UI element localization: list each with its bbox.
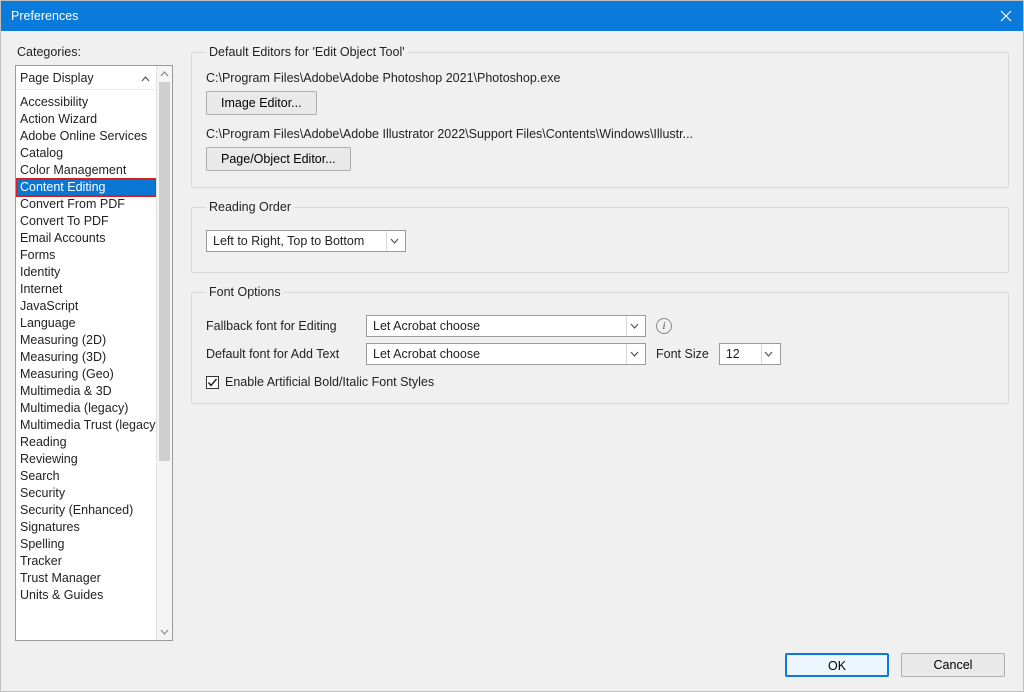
- category-item[interactable]: Security (Enhanced): [16, 502, 156, 519]
- default-font-select[interactable]: Let Acrobat choose: [366, 343, 646, 365]
- category-item[interactable]: Multimedia & 3D: [16, 383, 156, 400]
- category-item[interactable]: Reading: [16, 434, 156, 451]
- category-item[interactable]: Action Wizard: [16, 111, 156, 128]
- category-item[interactable]: Reviewing: [16, 451, 156, 468]
- enable-artificial-styles-row[interactable]: Enable Artificial Bold/Italic Font Style…: [206, 375, 994, 389]
- category-item[interactable]: Accessibility: [16, 94, 156, 111]
- category-item[interactable]: Units & Guides: [16, 587, 156, 604]
- chevron-down-icon: [626, 316, 641, 336]
- category-item[interactable]: Forms: [16, 247, 156, 264]
- font-options-title: Font Options: [206, 285, 284, 299]
- dialog-footer: OK Cancel: [1, 645, 1023, 691]
- categories-top-label: Page Display: [20, 71, 94, 85]
- chevron-down-icon: [626, 344, 641, 364]
- category-item[interactable]: Trust Manager: [16, 570, 156, 587]
- ok-button[interactable]: OK: [785, 653, 889, 677]
- reading-order-value: Left to Right, Top to Bottom: [213, 234, 364, 248]
- preferences-window: Preferences Categories: Page Display: [0, 0, 1024, 692]
- chevron-up-icon: [141, 71, 150, 85]
- categories-items: Page Display AccessibilityAction WizardA…: [16, 66, 156, 640]
- categories-listbox[interactable]: Page Display AccessibilityAction WizardA…: [15, 65, 173, 641]
- category-item[interactable]: Signatures: [16, 519, 156, 536]
- category-item[interactable]: Internet: [16, 281, 156, 298]
- font-size-value: 12: [726, 347, 740, 361]
- reading-order-group: Reading Order Left to Right, Top to Bott…: [191, 200, 1009, 273]
- category-item[interactable]: Search: [16, 468, 156, 485]
- category-item[interactable]: Convert To PDF: [16, 213, 156, 230]
- category-item[interactable]: Identity: [16, 264, 156, 281]
- category-item[interactable]: Content Editing: [16, 179, 156, 196]
- scroll-thumb[interactable]: [159, 82, 170, 461]
- reading-order-title: Reading Order: [206, 200, 294, 214]
- fallback-font-label: Fallback font for Editing: [206, 319, 356, 333]
- category-item[interactable]: Catalog: [16, 145, 156, 162]
- category-item[interactable]: Color Management: [16, 162, 156, 179]
- category-item[interactable]: JavaScript: [16, 298, 156, 315]
- categories-top-item[interactable]: Page Display: [16, 66, 156, 90]
- image-editor-path: C:\Program Files\Adobe\Adobe Photoshop 2…: [206, 71, 994, 85]
- category-item[interactable]: Measuring (2D): [16, 332, 156, 349]
- category-item[interactable]: Spelling: [16, 536, 156, 553]
- default-font-value: Let Acrobat choose: [373, 347, 480, 361]
- category-item[interactable]: Adobe Online Services: [16, 128, 156, 145]
- page-editor-button[interactable]: Page/Object Editor...: [206, 147, 351, 171]
- category-item[interactable]: Measuring (3D): [16, 349, 156, 366]
- font-size-select[interactable]: 12: [719, 343, 781, 365]
- scroll-track[interactable]: [157, 82, 172, 624]
- check-icon: [207, 377, 218, 388]
- info-icon[interactable]: i: [656, 318, 672, 334]
- default-font-label: Default font for Add Text: [206, 347, 356, 361]
- close-button[interactable]: [999, 9, 1013, 23]
- fallback-font-select[interactable]: Let Acrobat choose: [366, 315, 646, 337]
- page-editor-path: C:\Program Files\Adobe\Adobe Illustrator…: [206, 127, 994, 141]
- cancel-button[interactable]: Cancel: [901, 653, 1005, 677]
- title-bar: Preferences: [1, 1, 1023, 31]
- category-item[interactable]: Security: [16, 485, 156, 502]
- fallback-font-value: Let Acrobat choose: [373, 319, 480, 333]
- chevron-down-icon: [386, 231, 401, 251]
- dialog-body: Categories: Page Display AccessibilityAc…: [1, 31, 1023, 645]
- scroll-up-button[interactable]: [157, 66, 172, 82]
- categories-panel: Categories: Page Display AccessibilityAc…: [15, 45, 173, 641]
- category-item[interactable]: Language: [16, 315, 156, 332]
- default-editors-group: Default Editors for 'Edit Object Tool' C…: [191, 45, 1009, 188]
- chevron-down-icon: [160, 629, 169, 635]
- categories-label: Categories:: [17, 45, 173, 59]
- default-editors-title: Default Editors for 'Edit Object Tool': [206, 45, 408, 59]
- categories-scrollbar[interactable]: [156, 66, 172, 640]
- font-options-group: Font Options Fallback font for Editing L…: [191, 285, 1009, 404]
- close-icon: [1000, 10, 1012, 22]
- enable-artificial-styles-label: Enable Artificial Bold/Italic Font Style…: [225, 375, 434, 389]
- category-item[interactable]: Tracker: [16, 553, 156, 570]
- scroll-down-button[interactable]: [157, 624, 172, 640]
- chevron-up-icon: [160, 71, 169, 77]
- category-item[interactable]: Multimedia (legacy): [16, 400, 156, 417]
- category-item[interactable]: Measuring (Geo): [16, 366, 156, 383]
- category-item[interactable]: Multimedia Trust (legacy): [16, 417, 156, 434]
- image-editor-button[interactable]: Image Editor...: [206, 91, 317, 115]
- chevron-down-icon: [761, 344, 776, 364]
- category-item[interactable]: Convert From PDF: [16, 196, 156, 213]
- reading-order-select[interactable]: Left to Right, Top to Bottom: [206, 230, 406, 252]
- categories-list: AccessibilityAction WizardAdobe Online S…: [16, 90, 156, 610]
- category-item[interactable]: Email Accounts: [16, 230, 156, 247]
- font-size-label: Font Size: [656, 347, 709, 361]
- settings-panel: Default Editors for 'Edit Object Tool' C…: [191, 45, 1009, 641]
- window-title: Preferences: [11, 9, 78, 23]
- enable-artificial-styles-checkbox[interactable]: [206, 376, 219, 389]
